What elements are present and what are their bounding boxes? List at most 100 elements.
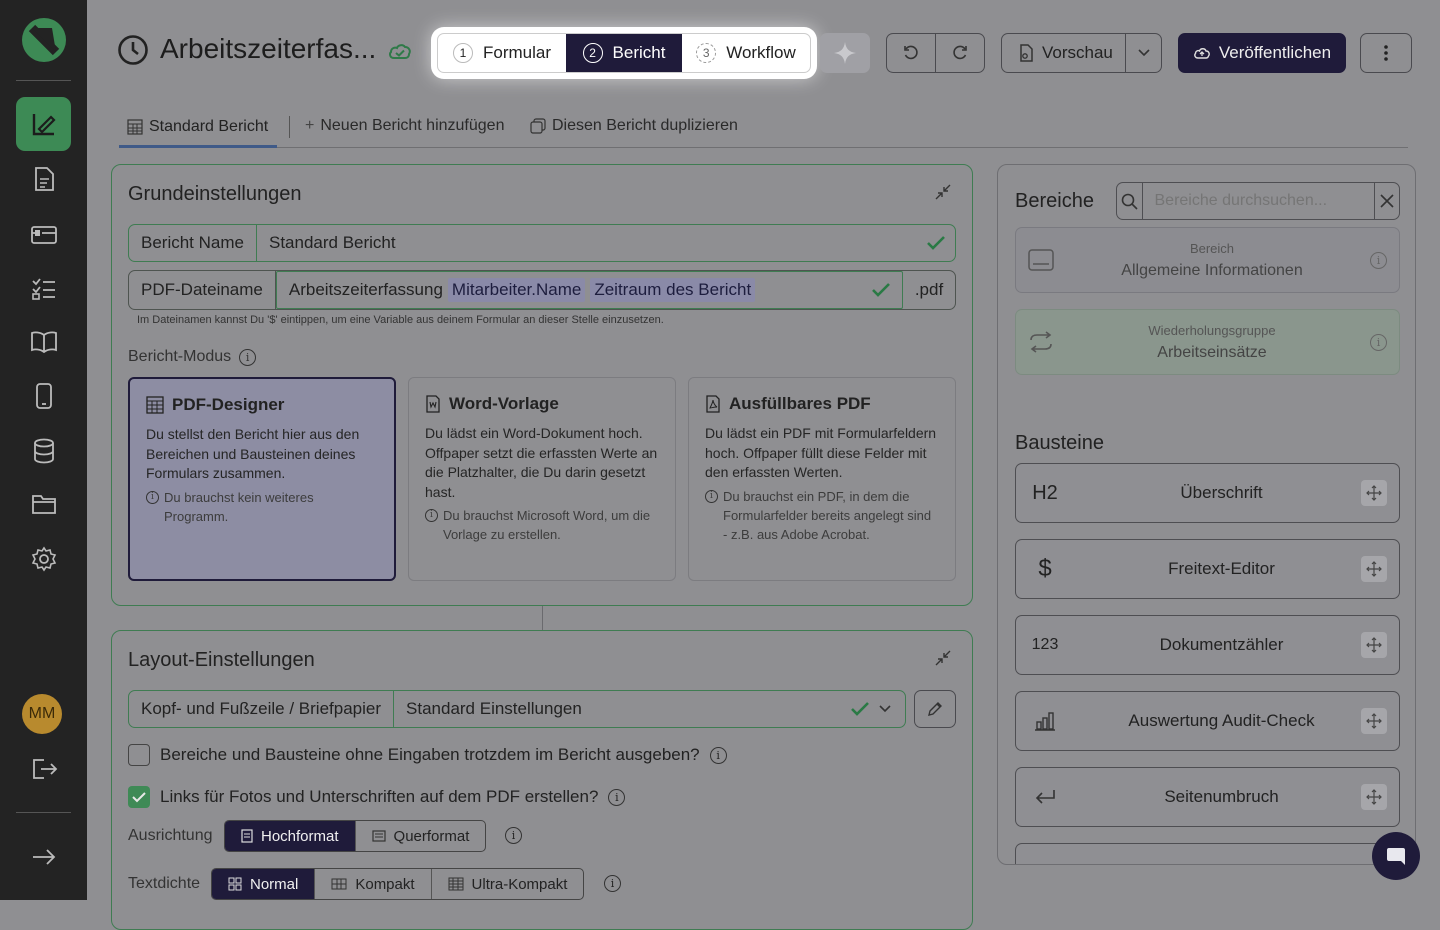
sidebar-item-files[interactable] [16,483,71,525]
photo-links-option: Links für Fotos und Unterschriften auf d… [128,786,626,808]
book-icon [30,331,57,354]
report-name-input[interactable]: Standard Bericht [257,225,927,261]
density-normal[interactable]: Normal [212,869,316,899]
arrow-right-icon [32,849,55,865]
sidebar-item-docs[interactable] [16,321,71,363]
variable-chip[interactable]: Zeitraum des Bericht [590,278,756,302]
inbox-icon [30,226,57,244]
density-compact[interactable]: Kompakt [315,869,432,899]
app-logo[interactable] [22,18,66,62]
checklist-icon [31,278,55,300]
info-icon[interactable]: i [505,827,522,844]
check-icon [927,236,945,250]
info-icon[interactable]: i [608,788,626,806]
info-icon[interactable]: i [1370,333,1387,351]
report-tabs: Standard Bericht + Neuen Bericht hinzufü… [119,108,1408,148]
sidebar-item-designer[interactable] [16,97,71,151]
step-workflow[interactable]: 3 Workflow [682,34,810,72]
sidebar-item-inbox[interactable] [16,213,71,255]
pdf-filename-input[interactable]: Arbeitszeiterfassung Mitarbeiter.Name Ze… [275,271,903,309]
step-formular[interactable]: 1 Formular [438,34,566,72]
panel-connector [542,606,543,630]
mode-card-pdf-designer[interactable]: PDF-Designer Du stellst den Bericht hier… [128,377,396,581]
block-counter[interactable]: 123 Dokumentzähler [1015,615,1400,675]
drag-handle-icon[interactable] [1361,632,1387,658]
sidebar-item-mobile[interactable] [16,375,71,417]
section-icon [1028,249,1054,271]
edit-letterhead-button[interactable] [914,690,956,728]
chat-button[interactable] [1372,832,1420,880]
density-ultra-compact-label: Ultra-Kompakt [471,875,568,893]
photo-links-checkbox[interactable] [128,786,150,808]
chart-edit-icon [32,114,56,136]
tab-standard-report[interactable]: Standard Bericht [119,108,277,148]
info-icon[interactable]: i [239,348,257,366]
empty-sections-checkbox[interactable] [128,744,150,766]
variable-chip[interactable]: Mitarbeiter.Name [447,278,586,302]
step-bericht[interactable]: 2 Bericht [566,34,682,72]
tab-separator [289,116,290,138]
block-label: Seitenumbruch [1164,787,1279,806]
info-icon[interactable]: i [1370,251,1387,269]
density-ultra-compact[interactable]: Ultra-Kompakt [432,869,584,899]
info-icon[interactable]: i [709,746,727,764]
block-label: Dokumentzähler [1159,635,1284,654]
area-item[interactable]: Bereich Allgemeine Informationen i [1015,227,1400,293]
redo-button[interactable] [936,34,985,72]
block-page-break[interactable]: Seitenumbruch [1015,767,1400,827]
clear-search-button[interactable] [1373,183,1400,219]
duplicate-report-tab[interactable]: Diesen Bericht duplizieren [530,108,738,144]
grid-ultra-compact-icon [448,877,464,891]
info-icon: i [146,490,159,504]
collapse-icon[interactable] [934,183,952,201]
sidebar-item-logout[interactable] [16,748,71,790]
components-panel: Bereiche Bereich Allgemeine Informationen… [997,164,1416,865]
repeat-icon [1030,331,1052,353]
block-next-partial[interactable] [1015,843,1400,864]
info-icon[interactable]: i [604,875,621,892]
mode-note: i Du brauchst kein weiteres Programm. [146,488,378,526]
sidebar-item-database[interactable] [16,430,71,472]
area-type: Wiederholungsgruppe [1148,323,1276,338]
blocks-title: Bausteine [1015,432,1104,454]
search-input[interactable] [1142,183,1374,219]
block-heading[interactable]: H2 Überschrift [1015,463,1400,523]
report-mode-label: Bericht-Modus i [128,348,257,366]
mode-note: i Du brauchst ein PDF, in dem die Formula… [705,487,939,544]
collapse-icon[interactable] [934,649,952,667]
drag-handle-icon[interactable] [1361,556,1387,582]
publish-button[interactable]: Veröffentlichen [1178,33,1346,73]
area-item[interactable]: Wiederholungsgruppe Arbeitseinsätze i [1015,309,1400,375]
drag-handle-icon[interactable] [1361,784,1387,810]
ai-sparkle-button[interactable] [820,33,870,73]
basic-settings-panel: Grundeinstellungen Bericht Name Standard… [111,164,973,606]
chevron-down-icon [1137,49,1150,57]
undo-button[interactable] [887,34,936,72]
sidebar-expand[interactable] [16,836,71,878]
mode-title: Word-Vorlage [449,394,559,413]
more-menu-button[interactable] [1360,33,1412,73]
block-audit[interactable]: Auswertung Audit-Check [1015,691,1400,751]
drag-handle-icon[interactable] [1361,708,1387,734]
avatar[interactable]: MM [22,694,62,734]
mode-card-word-template[interactable]: Word-Vorlage Du lädst ein Word-Dokument … [408,377,676,581]
block-richtext[interactable]: $ Freitext-Editor [1015,539,1400,599]
mode-card-fillable-pdf[interactable]: Ausfüllbares PDF Du lädst ein PDF mit Fo… [688,377,956,581]
pdf-file-icon [706,395,720,413]
sidebar-divider [16,80,71,81]
sidebar-item-reports[interactable] [16,158,71,200]
mode-title: PDF-Designer [172,395,285,414]
add-report-tab[interactable]: + Neuen Bericht hinzufügen [305,108,504,144]
sidebar-item-checklist[interactable] [16,267,71,309]
photo-links-label: Links für Fotos und Unterschriften auf d… [160,787,599,806]
check-icon [851,702,869,716]
drag-handle-icon[interactable] [1361,480,1387,506]
orientation-portrait[interactable]: Hochformat [225,821,356,851]
preview-dropdown[interactable] [1125,34,1161,72]
pdf-filename-field: PDF-Dateiname Arbeitszeiterfassung Mitar… [128,270,956,310]
orientation-landscape[interactable]: Querformat [356,821,486,851]
sidebar-item-settings[interactable] [16,538,71,580]
letterhead-select[interactable]: Kopf- und Fußzeile / Briefpapier Standar… [128,690,906,728]
preview-button[interactable]: Vorschau [1001,33,1162,73]
grid-layout-icon [127,118,143,135]
